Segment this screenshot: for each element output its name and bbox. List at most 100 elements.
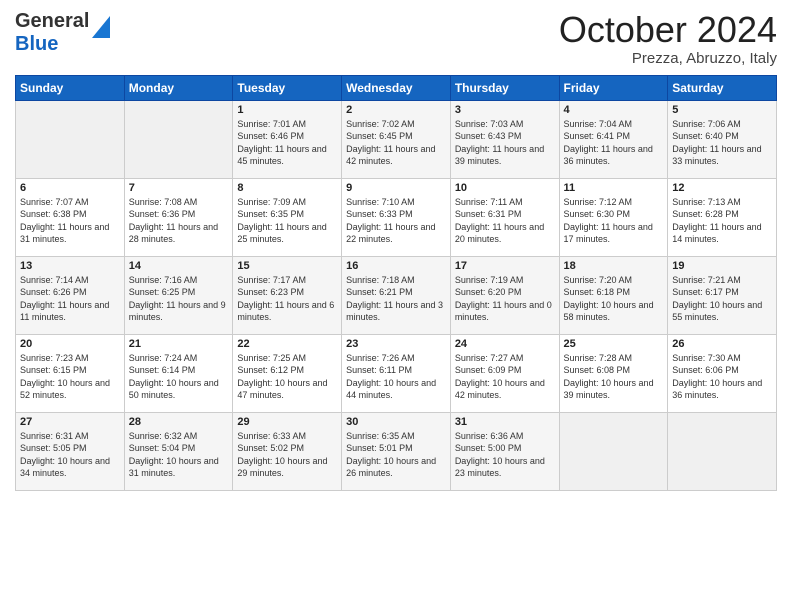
day-detail: Sunrise: 7:21 AM Sunset: 6:17 PM Dayligh… (672, 274, 772, 324)
day-detail: Sunrise: 7:08 AM Sunset: 6:36 PM Dayligh… (129, 196, 229, 246)
day-detail: Sunrise: 7:27 AM Sunset: 6:09 PM Dayligh… (455, 352, 555, 402)
day-detail: Sunrise: 7:10 AM Sunset: 6:33 PM Dayligh… (346, 196, 446, 246)
week-row-1: 1 Sunrise: 7:01 AM Sunset: 6:46 PM Daylig… (16, 100, 777, 178)
day-number: 28 (129, 416, 229, 428)
day-detail: Sunrise: 7:03 AM Sunset: 6:43 PM Dayligh… (455, 118, 555, 168)
calendar-cell: 11Sunrise: 7:12 AM Sunset: 6:30 PM Dayli… (559, 178, 668, 256)
day-detail: Sunrise: 7:07 AM Sunset: 6:38 PM Dayligh… (20, 196, 120, 246)
location: Prezza, Abruzzo, Italy (559, 50, 777, 67)
calendar-cell: 16Sunrise: 7:18 AM Sunset: 6:21 PM Dayli… (342, 256, 451, 334)
calendar-cell: 17Sunrise: 7:19 AM Sunset: 6:20 PM Dayli… (450, 256, 559, 334)
logo-triangle-icon (92, 16, 110, 38)
day-detail: Sunrise: 7:19 AM Sunset: 6:20 PM Dayligh… (455, 274, 555, 324)
calendar-cell: 24Sunrise: 7:27 AM Sunset: 6:09 PM Dayli… (450, 334, 559, 412)
day-detail: Sunrise: 7:20 AM Sunset: 6:18 PM Dayligh… (564, 274, 664, 324)
day-detail: Sunrise: 7:13 AM Sunset: 6:28 PM Dayligh… (672, 196, 772, 246)
day-detail: Sunrise: 7:06 AM Sunset: 6:40 PM Dayligh… (672, 118, 772, 168)
day-number: 6 (20, 182, 120, 194)
day-number: 18 (564, 260, 664, 272)
day-detail: Sunrise: 6:31 AM Sunset: 5:05 PM Dayligh… (20, 430, 120, 480)
calendar-cell: 2Sunrise: 7:02 AM Sunset: 6:45 PM Daylig… (342, 100, 451, 178)
day-number: 9 (346, 182, 446, 194)
logo: General Blue (15, 10, 110, 56)
calendar-cell: 10Sunrise: 7:11 AM Sunset: 6:31 PM Dayli… (450, 178, 559, 256)
calendar-cell: 23 Sunrise: 7:26 AM Sunset: 6:11 PM Dayli… (342, 334, 451, 412)
logo-blue: Blue (15, 33, 58, 55)
day-number: 29 (237, 416, 337, 428)
day-detail: Sunrise: 7:30 AM Sunset: 6:06 PM Dayligh… (672, 352, 772, 402)
day-detail: Sunrise: 7:26 AM Sunset: 6:11 PM Dayligh… (346, 352, 446, 402)
calendar-cell: 31 Sunrise: 6:36 AM Sunset: 5:00 PM Dayli… (450, 412, 559, 490)
day-number: 1 (237, 104, 337, 116)
calendar-cell (559, 412, 668, 490)
day-number: 4 (564, 104, 664, 116)
month-title: October 2024 (559, 10, 777, 50)
calendar-cell: 7Sunrise: 7:08 AM Sunset: 6:36 PM Daylig… (124, 178, 233, 256)
day-detail: Sunrise: 7:17 AM Sunset: 6:23 PM Dayligh… (237, 274, 337, 324)
calendar-cell: 4 Sunrise: 7:04 AM Sunset: 6:41 PM Daylig… (559, 100, 668, 178)
calendar-cell: 20 Sunrise: 7:23 AM Sunset: 6:15 PM Dayli… (16, 334, 125, 412)
calendar-cell: 12 Sunrise: 7:13 AM Sunset: 6:28 PM Dayli… (668, 178, 777, 256)
calendar-cell: 14Sunrise: 7:16 AM Sunset: 6:25 PM Dayli… (124, 256, 233, 334)
weekday-header-monday: Monday (124, 75, 233, 100)
day-number: 20 (20, 338, 120, 350)
day-detail: Sunrise: 7:14 AM Sunset: 6:26 PM Dayligh… (20, 274, 120, 324)
day-detail: Sunrise: 7:23 AM Sunset: 6:15 PM Dayligh… (20, 352, 120, 402)
day-number: 3 (455, 104, 555, 116)
calendar-cell: 6 Sunrise: 7:07 AM Sunset: 6:38 PM Daylig… (16, 178, 125, 256)
calendar-cell: 8Sunrise: 7:09 AM Sunset: 6:35 PM Daylig… (233, 178, 342, 256)
title-block: October 2024 Prezza, Abruzzo, Italy (559, 10, 777, 67)
calendar-cell: 3 Sunrise: 7:03 AM Sunset: 6:43 PM Daylig… (450, 100, 559, 178)
day-number: 31 (455, 416, 555, 428)
day-number: 5 (672, 104, 772, 116)
day-number: 13 (20, 260, 120, 272)
header: General Blue October 2024 Prezza, Abruzz… (15, 10, 777, 67)
day-number: 27 (20, 416, 120, 428)
calendar-cell: 18 Sunrise: 7:20 AM Sunset: 6:18 PM Dayli… (559, 256, 668, 334)
calendar-cell: 25 Sunrise: 7:28 AM Sunset: 6:08 PM Dayli… (559, 334, 668, 412)
day-number: 19 (672, 260, 772, 272)
day-detail: Sunrise: 6:33 AM Sunset: 5:02 PM Dayligh… (237, 430, 337, 480)
day-number: 26 (672, 338, 772, 350)
weekday-header-tuesday: Tuesday (233, 75, 342, 100)
calendar-cell: 13 Sunrise: 7:14 AM Sunset: 6:26 PM Dayli… (16, 256, 125, 334)
day-detail: Sunrise: 7:04 AM Sunset: 6:41 PM Dayligh… (564, 118, 664, 168)
calendar-cell: 30Sunrise: 6:35 AM Sunset: 5:01 PM Dayli… (342, 412, 451, 490)
day-number: 23 (346, 338, 446, 350)
day-number: 14 (129, 260, 229, 272)
day-number: 10 (455, 182, 555, 194)
day-detail: Sunrise: 7:09 AM Sunset: 6:35 PM Dayligh… (237, 196, 337, 246)
day-detail: Sunrise: 7:12 AM Sunset: 6:30 PM Dayligh… (564, 196, 664, 246)
day-detail: Sunrise: 6:35 AM Sunset: 5:01 PM Dayligh… (346, 430, 446, 480)
day-detail: Sunrise: 7:28 AM Sunset: 6:08 PM Dayligh… (564, 352, 664, 402)
day-detail: Sunrise: 7:25 AM Sunset: 6:12 PM Dayligh… (237, 352, 337, 402)
day-detail: Sunrise: 7:24 AM Sunset: 6:14 PM Dayligh… (129, 352, 229, 402)
calendar-cell: 21 Sunrise: 7:24 AM Sunset: 6:14 PM Dayli… (124, 334, 233, 412)
calendar-cell (16, 100, 125, 178)
weekday-header-friday: Friday (559, 75, 668, 100)
calendar-cell: 29 Sunrise: 6:33 AM Sunset: 5:02 PM Dayli… (233, 412, 342, 490)
logo-general: General (15, 10, 89, 32)
day-detail: Sunrise: 7:01 AM Sunset: 6:46 PM Dayligh… (237, 118, 337, 168)
calendar-cell: 9 Sunrise: 7:10 AM Sunset: 6:33 PM Daylig… (342, 178, 451, 256)
logo-text: General Blue (15, 10, 89, 56)
calendar-table: SundayMondayTuesdayWednesdayThursdayFrid… (15, 75, 777, 491)
calendar-cell: 28Sunrise: 6:32 AM Sunset: 5:04 PM Dayli… (124, 412, 233, 490)
day-number: 22 (237, 338, 337, 350)
week-row-3: 13 Sunrise: 7:14 AM Sunset: 6:26 PM Dayli… (16, 256, 777, 334)
calendar-cell: 19 Sunrise: 7:21 AM Sunset: 6:17 PM Dayli… (668, 256, 777, 334)
calendar-cell: 26 Sunrise: 7:30 AM Sunset: 6:06 PM Dayli… (668, 334, 777, 412)
day-detail: Sunrise: 7:02 AM Sunset: 6:45 PM Dayligh… (346, 118, 446, 168)
day-number: 21 (129, 338, 229, 350)
calendar-cell: 15 Sunrise: 7:17 AM Sunset: 6:23 PM Dayli… (233, 256, 342, 334)
day-number: 12 (672, 182, 772, 194)
day-detail: Sunrise: 6:36 AM Sunset: 5:00 PM Dayligh… (455, 430, 555, 480)
page-container: General Blue October 2024 Prezza, Abruzz… (0, 0, 792, 501)
day-number: 15 (237, 260, 337, 272)
day-number: 25 (564, 338, 664, 350)
week-row-2: 6 Sunrise: 7:07 AM Sunset: 6:38 PM Daylig… (16, 178, 777, 256)
calendar-cell (668, 412, 777, 490)
calendar-cell (124, 100, 233, 178)
weekday-header-wednesday: Wednesday (342, 75, 451, 100)
weekday-header-sunday: Sunday (16, 75, 125, 100)
